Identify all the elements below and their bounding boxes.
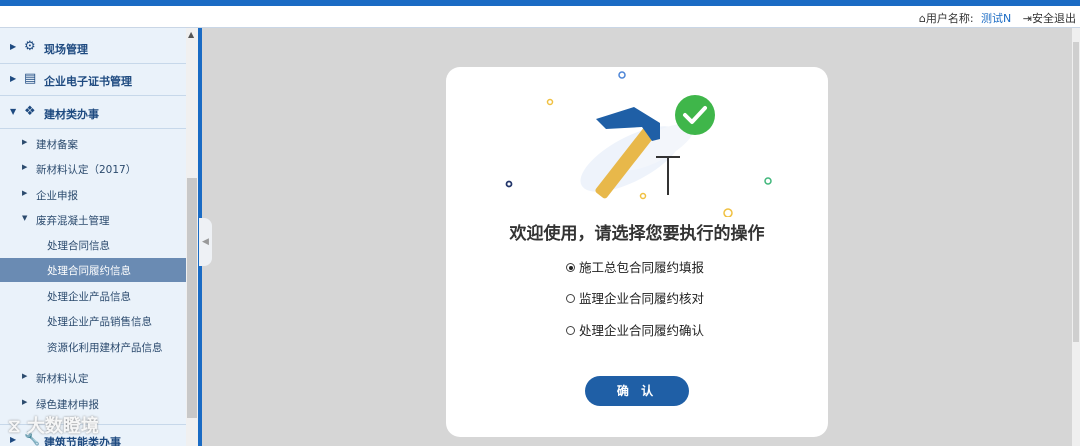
sidebar-item-material-record[interactable]: ▶ 建材备案: [0, 132, 186, 156]
sidebar-section-label: 现场管理: [44, 43, 88, 56]
sidebar-scrollbar[interactable]: ▲: [186, 28, 198, 446]
sidebar-subitem-product-info[interactable]: 处理企业产品信息: [0, 284, 186, 308]
sidebar-item-label: 建材备案: [36, 139, 78, 151]
confirm-button[interactable]: 确 认: [585, 376, 689, 406]
sidebar-subitem-recycled-products[interactable]: 资源化利用建材产品信息: [0, 335, 186, 359]
gears-icon: ⚙: [24, 39, 36, 54]
username[interactable]: 测试N: [981, 12, 1011, 25]
sidebar-subitem-label: 处理合同信息: [47, 240, 110, 252]
sidebar-item-label: 绿色建材申报: [36, 399, 99, 411]
welcome-dialog: 欢迎使用，请选择您要执行的操作 施工总包合同履约填报 监理企业合同履约核对 处理…: [446, 67, 828, 437]
scroll-up-icon[interactable]: ▲: [188, 30, 194, 39]
watermark: ⧖ 大数瞪境: [8, 412, 99, 438]
option-label: 施工总包合同履约填报: [579, 260, 705, 275]
caret-right-icon: ▶: [22, 189, 28, 197]
radio-checked-icon[interactable]: [566, 263, 575, 272]
user-bar: ⌂用户名称: 测试N ⇥安全退出: [0, 6, 1080, 28]
option-label: 处理企业合同履约确认: [579, 323, 705, 338]
caret-down-icon: ▼: [22, 214, 28, 222]
sidebar-item-waste-concrete[interactable]: ▼ 废弃混凝土管理: [0, 208, 186, 232]
sidebar-item-label: 新材料认定: [36, 373, 89, 385]
username-label: 用户名称:: [925, 12, 974, 25]
sidebar-subitem-contract-performance[interactable]: 处理合同履约信息: [0, 258, 186, 282]
sidebar-item-label: 企业申报: [36, 190, 78, 202]
certificate-icon: ▤: [24, 71, 37, 86]
caret-right-icon: ▶: [10, 74, 17, 83]
sidebar-section-certificate[interactable]: ▶ ▤ 企业电子证书管理: [0, 64, 186, 96]
caret-right-icon: ▶: [22, 163, 28, 171]
sidebar-section-site[interactable]: ▶ ⚙ 现场管理: [0, 32, 186, 64]
collapse-sidebar-button[interactable]: ◀: [199, 218, 212, 266]
caret-right-icon: ▶: [22, 138, 28, 146]
sidebar-subitem-label: 处理合同履约信息: [47, 265, 131, 277]
watermark-text: 大数瞪境: [26, 416, 99, 437]
caret-right-icon: ▶: [22, 398, 28, 406]
sidebar-section-label: 企业电子证书管理: [44, 75, 132, 88]
sidebar-item-enterprise-apply[interactable]: ▶ 企业申报: [0, 183, 186, 207]
cubes-icon: ❖: [24, 104, 36, 119]
sidebar-item-label: 废弃混凝土管理: [36, 215, 110, 227]
option-construction-contract[interactable]: 施工总包合同履约填报: [566, 257, 704, 276]
caret-down-icon: ▼: [10, 107, 17, 116]
sidebar-item-new-material-2017[interactable]: ▶ 新材料认定（2017）: [0, 157, 186, 181]
welcome-title: 欢迎使用，请选择您要执行的操作: [509, 224, 765, 244]
sidebar-subitem-label: 处理企业产品信息: [47, 291, 131, 303]
logout-icon[interactable]: ⇥: [1023, 12, 1032, 25]
sidebar-subitem-product-sales[interactable]: 处理企业产品销售信息: [0, 309, 186, 333]
caret-right-icon: ▶: [10, 42, 17, 51]
logout-link[interactable]: 安全退出: [1032, 12, 1076, 25]
home-icon[interactable]: ⌂: [919, 12, 926, 25]
main-scrollbar[interactable]: [1072, 28, 1080, 446]
hammer-check-illustration: [505, 71, 772, 217]
caret-right-icon: ▶: [22, 372, 28, 380]
sidebar-item-new-material[interactable]: ▶ 新材料认定: [0, 366, 186, 390]
watermark-logo-icon: ⧖: [8, 416, 21, 437]
sidebar-subitem-label: 处理企业产品销售信息: [47, 316, 152, 328]
sidebar: ▶ ⚙ 现场管理 ▶ ▤ 企业电子证书管理 ▼ ❖ 建材类办事 ▶ 建材备案 ▶…: [0, 28, 186, 446]
option-enterprise-contract[interactable]: 处理企业合同履约确认: [566, 320, 704, 339]
sidebar-section-label: 建材类办事: [44, 108, 99, 121]
option-supervision-contract[interactable]: 监理企业合同履约核对: [566, 288, 704, 307]
sidebar-scroll-thumb[interactable]: [187, 178, 197, 418]
sidebar-subitem-label: 资源化利用建材产品信息: [47, 342, 163, 354]
sidebar-section-materials[interactable]: ▼ ❖ 建材类办事: [0, 97, 186, 129]
sidebar-subitem-contract-info[interactable]: 处理合同信息: [0, 233, 186, 257]
main-scroll-thumb[interactable]: [1073, 42, 1079, 342]
user-info: ⌂用户名称: 测试N ⇥安全退出: [919, 10, 1076, 26]
sidebar-item-label: 新材料认定（2017）: [36, 164, 137, 176]
radio-icon[interactable]: [566, 326, 575, 335]
radio-icon[interactable]: [566, 294, 575, 303]
option-label: 监理企业合同履约核对: [579, 291, 705, 306]
